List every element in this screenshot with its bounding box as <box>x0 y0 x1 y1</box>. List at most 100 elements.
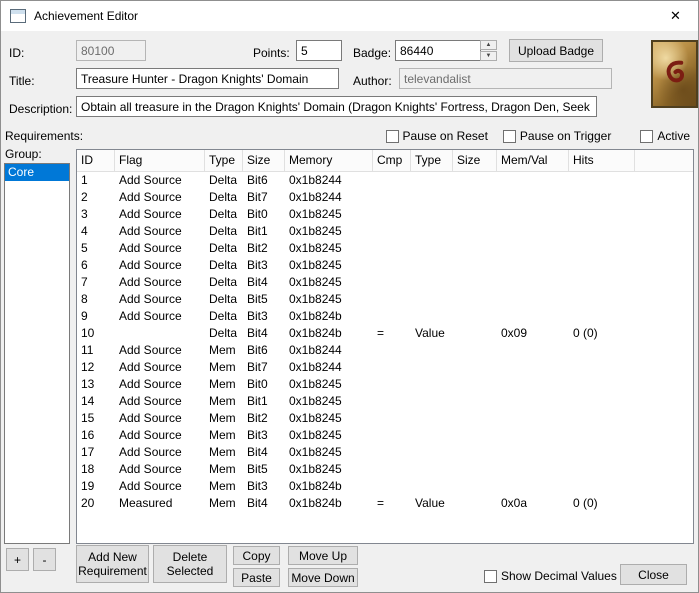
close-window-button[interactable]: ✕ <box>653 1 698 31</box>
badge-swirl-icon <box>666 60 684 83</box>
table-row[interactable]: 10 Delta Bit4 0x1b824b = Value 0x09 0 (0) <box>77 325 693 342</box>
table-cell: Add Source <box>119 275 182 289</box>
table-cell: 0x1b8244 <box>289 360 342 374</box>
show-decimal-values-checkbox[interactable]: Show Decimal Values <box>484 569 617 583</box>
table-row[interactable]: 1 Add Source Delta Bit6 0x1b8244 <box>77 172 693 189</box>
active-checkbox[interactable]: Active <box>640 129 690 143</box>
table-cell: Bit0 <box>247 377 268 391</box>
move-down-button[interactable]: Move Down <box>288 568 358 587</box>
table-cell <box>453 223 497 240</box>
table-cell: Measured <box>119 496 173 510</box>
table-cell: 0x1b8245 <box>289 241 342 255</box>
table-cell: Add Source <box>119 241 182 255</box>
table-cell <box>453 274 497 291</box>
table-cell: 4 <box>81 224 88 238</box>
pause-on-reset-checkbox[interactable]: Pause on Reset <box>385 129 488 143</box>
table-row[interactable]: 16 Add Source Mem Bit3 0x1b8245 <box>77 427 693 444</box>
table-cell: Bit0 <box>247 207 268 221</box>
table-cell <box>569 308 635 325</box>
table-header-cell[interactable]: Type <box>205 150 243 171</box>
table-header-cell[interactable]: Mem/Val <box>497 150 569 171</box>
points-field[interactable] <box>296 40 342 61</box>
table-row[interactable]: 2 Add Source Delta Bit7 0x1b8244 <box>77 189 693 206</box>
table-cell <box>497 410 569 427</box>
table-row[interactable]: 13 Add Source Mem Bit0 0x1b8245 <box>77 376 693 393</box>
table-header-cell[interactable]: Size <box>453 150 497 171</box>
table-cell: Bit4 <box>247 326 268 340</box>
table-row[interactable]: 20 Measured Mem Bit4 0x1b824b = Value 0x0a 0 (0) <box>77 495 693 512</box>
table-header-cell[interactable]: Flag <box>115 150 205 171</box>
table-cell: 0x1b8245 <box>289 462 342 476</box>
table-cell: Mem <box>209 360 236 374</box>
author-label: Author: <box>353 74 392 88</box>
upload-badge-button[interactable]: Upload Badge <box>509 39 603 62</box>
table-cell: 0x1b8245 <box>289 207 342 221</box>
table-cell: 0x1b8244 <box>289 343 342 357</box>
checkbox-icon[interactable] <box>385 129 399 143</box>
close-button[interactable]: Close <box>620 564 687 585</box>
table-row[interactable]: 7 Add Source Delta Bit4 0x1b8245 <box>77 274 693 291</box>
table-cell: Delta <box>209 224 238 238</box>
table-header-cell[interactable]: Type <box>411 150 453 171</box>
table-row[interactable]: 9 Add Source Delta Bit3 0x1b824b <box>77 308 693 325</box>
table-row[interactable]: 11 Add Source Mem Bit6 0x1b8244 <box>77 342 693 359</box>
table-header-cell[interactable]: ID <box>77 150 115 171</box>
add-group-button[interactable]: + <box>6 548 29 571</box>
table-cell: Value <box>415 496 445 510</box>
table-cell <box>569 189 635 206</box>
pause-on-trigger-checkbox[interactable]: Pause on Trigger <box>502 129 611 143</box>
table-row[interactable]: 15 Add Source Mem Bit2 0x1b8245 <box>77 410 693 427</box>
table-cell <box>373 444 411 461</box>
table-cell: 0x1b8245 <box>289 292 342 306</box>
table-cell: Bit2 <box>247 241 268 255</box>
title-field[interactable] <box>76 68 339 89</box>
table-header-cell[interactable]: Memory <box>285 150 373 171</box>
remove-group-button[interactable]: - <box>33 548 56 571</box>
table-row[interactable]: 3 Add Source Delta Bit0 0x1b8245 <box>77 206 693 223</box>
group-list-item[interactable]: Core <box>5 164 69 181</box>
requirements-table[interactable]: ID Flag Type Size Memory Cmp Type Size Mem/Val Hi… <box>76 149 694 544</box>
table-row[interactable]: 12 Add Source Mem Bit7 0x1b8244 <box>77 359 693 376</box>
delete-selected-button[interactable]: Delete Selected <box>153 545 227 583</box>
table-row[interactable]: 19 Add Source Mem Bit3 0x1b824b <box>77 478 693 495</box>
table-header-cell[interactable]: Cmp <box>373 150 411 171</box>
table-cell: 0x1b8245 <box>289 411 342 425</box>
table-cell: Mem <box>209 428 236 442</box>
table-cell <box>453 393 497 410</box>
description-field[interactable] <box>76 96 597 117</box>
table-row[interactable]: 5 Add Source Delta Bit2 0x1b8245 <box>77 240 693 257</box>
table-cell <box>453 172 497 189</box>
achievement-editor-window: Achievement Editor ✕ ID: Points: Badge: … <box>0 0 699 593</box>
table-cell: 0x1b824b <box>289 326 342 340</box>
paste-button[interactable]: Paste <box>233 568 280 587</box>
table-cell <box>497 206 569 223</box>
table-cell <box>569 291 635 308</box>
badge-field[interactable] <box>395 40 481 61</box>
table-row[interactable]: 8 Add Source Delta Bit5 0x1b8245 <box>77 291 693 308</box>
table-row[interactable]: 14 Add Source Mem Bit1 0x1b8245 <box>77 393 693 410</box>
table-cell <box>453 308 497 325</box>
table-row[interactable]: 17 Add Source Mem Bit4 0x1b8245 <box>77 444 693 461</box>
table-row[interactable]: 6 Add Source Delta Bit3 0x1b8245 <box>77 257 693 274</box>
table-row[interactable]: 4 Add Source Delta Bit1 0x1b8245 <box>77 223 693 240</box>
badge-spinner-up-icon[interactable]: ▲ <box>480 40 497 50</box>
checkbox-icon[interactable] <box>640 129 654 143</box>
copy-button[interactable]: Copy <box>233 546 280 565</box>
table-cell <box>373 393 411 410</box>
table-header-cell[interactable]: Size <box>243 150 285 171</box>
checkbox-icon[interactable] <box>484 569 497 583</box>
badge-spinner-down-icon[interactable]: ▼ <box>480 51 497 61</box>
checkbox-icon[interactable] <box>502 129 516 143</box>
add-new-requirement-button[interactable]: Add New Requirement <box>76 545 149 583</box>
table-row[interactable]: 18 Add Source Mem Bit5 0x1b8245 <box>77 461 693 478</box>
table-cell <box>373 359 411 376</box>
table-cell <box>373 342 411 359</box>
table-cell <box>497 223 569 240</box>
move-up-button[interactable]: Move Up <box>288 546 358 565</box>
group-listbox[interactable]: Core <box>4 163 70 544</box>
table-header-row: ID Flag Type Size Memory Cmp Type Size Mem/Val Hi… <box>77 150 693 172</box>
table-header-cell[interactable]: Hits <box>569 150 635 171</box>
table-cell <box>373 308 411 325</box>
table-cell: 18 <box>81 462 95 476</box>
table-cell: 0x1b824b <box>289 309 342 323</box>
